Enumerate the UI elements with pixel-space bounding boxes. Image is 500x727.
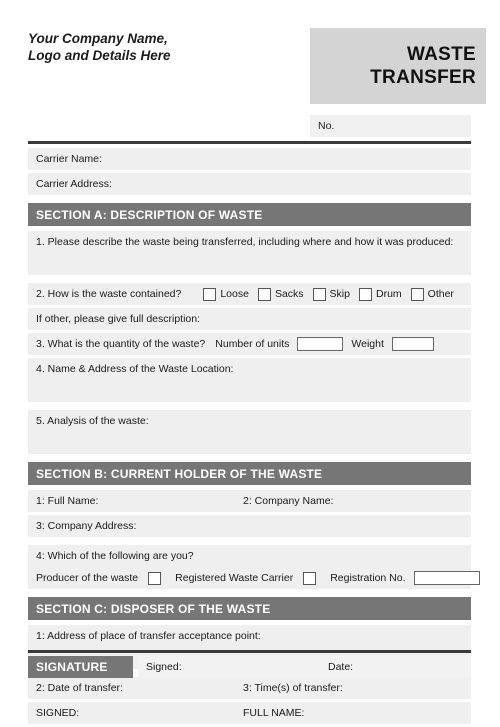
section-b-q4-label: 4: Which of the following are you? (36, 550, 194, 562)
section-c-time-label: 3: Time(s) of transfer: (243, 682, 343, 694)
section-a-q5-label: 5. Analysis of the waste: (36, 415, 149, 427)
section-a-q2-row[interactable]: 2. How is the waste contained? Loose Sac… (28, 283, 471, 305)
section-a-q2-label: 2. How is the waste contained? (36, 288, 182, 300)
quantity-group: 3. What is the quantity of the waste? Nu… (36, 337, 442, 351)
title-line-2: TRANSFER (370, 67, 476, 88)
section-a-heading-label: SECTION A: DESCRIPTION OF WASTE (36, 207, 263, 222)
form-body: Carrier Name: Carrier Address: SECTION A… (28, 148, 480, 727)
units-label: Number of units (215, 338, 290, 350)
option-sacks-label: Sacks (274, 288, 304, 300)
section-a-q2-other-label: If other, please give full description: (36, 313, 201, 325)
section-c-fullname-label: FULL NAME: (243, 707, 305, 719)
option-sacks[interactable]: Sacks (257, 287, 304, 301)
weight-input[interactable] (391, 337, 434, 351)
section-b-company-address-row[interactable]: 3: Company Address: (28, 515, 471, 537)
option-loose-label: Loose (220, 288, 249, 300)
carrier-address-label: Carrier Address: (36, 178, 112, 190)
option-drum[interactable]: Drum (358, 287, 402, 301)
registered-carrier-label: Registered Waste Carrier (175, 572, 294, 584)
checkbox-loose[interactable] (203, 287, 217, 301)
section-a-q2-other-row[interactable]: If other, please give full description: (28, 308, 471, 330)
waste-transfer-form: Your Company Name, Logo and Details Here… (0, 0, 500, 724)
section-c-date-label: 2: Date of transfer: (36, 682, 123, 694)
section-a-q1-row[interactable]: 1. Please describe the waste being trans… (28, 231, 471, 253)
section-a-q4-label: 4. Name & Address of the Waste Location: (36, 363, 234, 375)
signature-signed-label: Signed: (146, 661, 182, 673)
section-a-q5-answer-row[interactable] (28, 432, 471, 454)
option-other[interactable]: Other (410, 287, 454, 301)
section-a-q5-row[interactable]: 5. Analysis of the waste: (28, 410, 471, 432)
section-b-q4-options-row[interactable]: Producer of the waste Registered Waste C… (28, 567, 480, 589)
document-number-field[interactable]: No. (310, 115, 471, 137)
company-line-2: Logo and Details Here (28, 48, 171, 63)
section-b-heading-label: SECTION B: CURRENT HOLDER OF THE WASTE (36, 466, 323, 481)
signature-badge-label: SIGNATURE (36, 660, 108, 674)
waste-container-options: Loose Sacks Skip Drum Other (203, 287, 463, 301)
checkbox-skip[interactable] (312, 287, 326, 301)
header-divider-rule (28, 141, 471, 144)
section-c-signature-row[interactable]: SIGNED: FULL NAME: (28, 702, 471, 724)
signature-date-label: Date: (328, 661, 354, 673)
section-b-names-row[interactable]: 1: Full Name: 2: Company Name: (28, 490, 471, 512)
company-details-placeholder: Your Company Name, Logo and Details Here (28, 30, 298, 64)
option-loose[interactable]: Loose (203, 287, 249, 301)
option-other-label: Other (427, 288, 454, 300)
form-header: Your Company Name, Logo and Details Here… (0, 0, 500, 137)
footer-divider-rule (28, 650, 471, 653)
signature-badge: SIGNATURE (28, 656, 133, 678)
producer-label: Producer of the waste (36, 572, 139, 584)
signature-fields[interactable]: Signed: Date: (138, 656, 471, 678)
document-number-label: No. (318, 120, 335, 132)
section-a-q1-answer-row[interactable] (28, 253, 471, 275)
section-b-company-address-label: 3: Company Address: (36, 520, 137, 532)
section-a-q4-row[interactable]: 4. Name & Address of the Waste Location: (28, 358, 471, 380)
checkbox-producer[interactable] (148, 571, 162, 585)
section-c-heading-label: SECTION C: DISPOSER OF THE WASTE (36, 601, 271, 616)
title-line-1: WASTE (406, 44, 476, 65)
checkbox-drum[interactable] (358, 287, 372, 301)
carrier-address-row[interactable]: Carrier Address: (28, 173, 471, 195)
section-a-q4-answer-row[interactable] (28, 380, 471, 402)
registration-no-label: Registration No. (330, 572, 406, 584)
registration-no-input[interactable] (413, 571, 480, 585)
section-b-heading: SECTION B: CURRENT HOLDER OF THE WASTE (28, 462, 471, 485)
document-title-box: WASTE TRANSFER (310, 28, 486, 104)
option-drum-label: Drum (375, 288, 402, 300)
company-line-1: Your Company Name, (28, 31, 168, 46)
option-skip[interactable]: Skip (312, 287, 350, 301)
units-input[interactable] (297, 337, 344, 351)
section-b-q4-row[interactable]: 4: Which of the following are you? (28, 545, 471, 567)
section-a-q1-label: 1. Please describe the waste being trans… (36, 236, 454, 248)
section-b-companyname-label: 2: Company Name: (243, 495, 334, 507)
weight-label: Weight (351, 338, 384, 350)
section-a-heading: SECTION A: DESCRIPTION OF WASTE (28, 203, 471, 226)
section-c-transfer-row[interactable]: 2: Date of transfer: 3: Time(s) of trans… (28, 677, 471, 699)
section-c-signed-label: SIGNED: (36, 707, 80, 719)
option-skip-label: Skip (329, 288, 350, 300)
checkbox-other[interactable] (410, 287, 424, 301)
section-a-q3-label: 3. What is the quantity of the waste? (36, 338, 206, 350)
section-c-q1-row[interactable]: 1: Address of place of transfer acceptan… (28, 625, 471, 647)
signature-footer: SIGNATURE Signed: Date: (28, 656, 471, 678)
holder-role-group: Producer of the waste Registered Waste C… (36, 571, 488, 585)
section-c-heading: SECTION C: DISPOSER OF THE WASTE (28, 597, 471, 620)
carrier-name-row[interactable]: Carrier Name: (28, 148, 471, 170)
checkbox-sacks[interactable] (257, 287, 271, 301)
carrier-name-label: Carrier Name: (36, 153, 102, 165)
section-c-q1-label: 1: Address of place of transfer acceptan… (36, 630, 261, 642)
checkbox-registered-carrier[interactable] (303, 571, 317, 585)
section-a-q3-row[interactable]: 3. What is the quantity of the waste? Nu… (28, 333, 471, 355)
section-b-fullname-label: 1: Full Name: (36, 495, 99, 507)
